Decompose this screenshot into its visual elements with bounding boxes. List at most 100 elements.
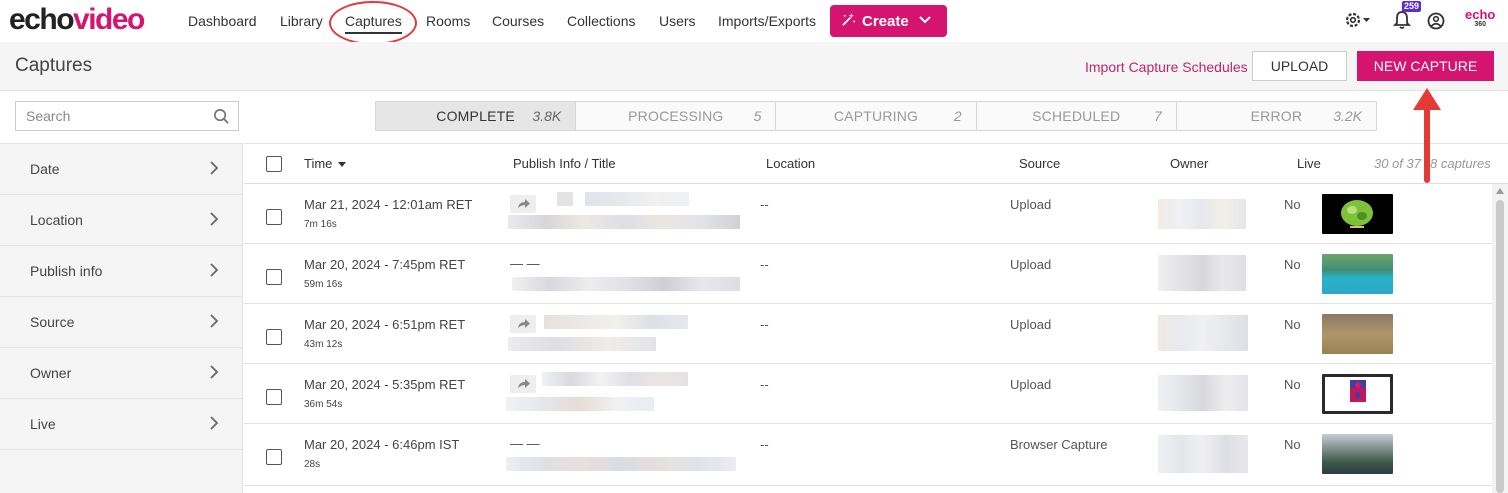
tab-capturing[interactable]: CAPTURING 2	[776, 102, 977, 130]
status-tabs: COMPLETE 3.8K PROCESSING 5 CAPTURING 2 S…	[375, 101, 1377, 131]
column-time[interactable]: Time	[304, 156, 347, 171]
capture-location: --	[760, 317, 769, 332]
filter-source[interactable]: Source	[0, 297, 242, 348]
tab-processing[interactable]: PROCESSING 5	[576, 102, 777, 130]
top-nav: echovideo Dashboard Library Captures Roo…	[0, 0, 1508, 45]
gear-icon	[1345, 12, 1370, 28]
live-status: No	[1284, 317, 1301, 332]
redacted-text	[508, 215, 740, 229]
chevron-right-icon	[210, 212, 219, 226]
row-checkbox[interactable]	[266, 449, 282, 465]
filter-sidebar: Date Location Publish info Source Owner …	[0, 143, 243, 493]
redacted-owner	[1158, 199, 1246, 229]
table-row[interactable]: Mar 20, 2024 - 5:35pm RET 36m 54s -- Upl…	[244, 364, 1492, 424]
filter-live[interactable]: Live	[0, 399, 242, 450]
bell-icon	[1392, 11, 1412, 29]
nav-users[interactable]: Users	[659, 13, 696, 29]
echo360-logo[interactable]: echo 360	[1465, 8, 1495, 28]
chevron-down-icon	[918, 15, 931, 27]
redacted-text	[544, 315, 688, 329]
table-row[interactable]: Mar 20, 2024 - 6:51pm RET 43m 12s -- Upl…	[244, 304, 1492, 364]
create-button[interactable]: Create	[830, 5, 947, 37]
select-all-checkbox[interactable]	[266, 156, 282, 172]
nav-collections[interactable]: Collections	[567, 13, 635, 29]
row-checkbox[interactable]	[266, 209, 282, 225]
capture-time: Mar 20, 2024 - 5:35pm RET	[304, 377, 466, 392]
capture-time: Mar 21, 2024 - 12:01am RET	[304, 197, 473, 212]
capture-location: --	[760, 437, 769, 452]
user-menu[interactable]	[1427, 9, 1447, 33]
chevron-right-icon	[210, 161, 219, 175]
share-icon	[510, 375, 536, 393]
capture-duration: 28s	[304, 459, 321, 470]
redacted-text	[512, 277, 740, 291]
tab-complete[interactable]: COMPLETE 3.8K	[376, 102, 577, 130]
live-status: No	[1284, 197, 1301, 212]
page-header: Captures Import Capture Schedules UPLOAD…	[0, 42, 1508, 91]
nav-rooms[interactable]: Rooms	[426, 13, 470, 29]
capture-source: Upload	[1010, 197, 1052, 212]
redacted-owner	[1158, 255, 1246, 291]
row-checkbox[interactable]	[266, 329, 282, 345]
user-icon	[1427, 12, 1445, 30]
redacted-text	[542, 372, 688, 386]
capture-thumbnail[interactable]	[1322, 374, 1393, 414]
row-checkbox[interactable]	[266, 269, 282, 285]
capture-time: Mar 20, 2024 - 7:45pm RET	[304, 257, 466, 272]
table-row[interactable]: Mar 20, 2024 - 6:46pm IST 28s — — -- Bro…	[244, 424, 1492, 486]
row-checkbox[interactable]	[266, 389, 282, 405]
scrollbar-thumb[interactable]	[1496, 200, 1504, 493]
arrow-annotation-icon	[1413, 88, 1441, 183]
captures-table-header: Time Publish Info / Title Location Sourc…	[244, 143, 1508, 184]
capture-location: --	[760, 197, 769, 212]
capture-duration: 43m 12s	[304, 339, 343, 350]
import-capture-schedules-link[interactable]: Import Capture Schedules	[1085, 59, 1248, 75]
filter-publish-info[interactable]: Publish info	[0, 246, 242, 297]
publish-info-empty: — —	[510, 256, 540, 271]
capture-location: --	[760, 257, 769, 272]
search-icon[interactable]	[213, 108, 230, 125]
search-input[interactable]	[16, 102, 196, 130]
capture-source: Browser Capture	[1010, 437, 1108, 452]
table-row[interactable]: Mar 20, 2024 - 7:45pm RET 59m 16s — — --…	[244, 244, 1492, 304]
page-title: Captures	[15, 55, 93, 76]
capture-time: Mar 20, 2024 - 6:51pm RET	[304, 317, 466, 332]
chevron-right-icon	[210, 416, 219, 430]
scroll-up-arrow-icon[interactable]	[1496, 188, 1504, 194]
app-logo[interactable]: echovideo	[9, 3, 145, 37]
search-box	[15, 101, 239, 131]
share-icon	[510, 315, 536, 333]
capture-thumbnail[interactable]	[1322, 434, 1393, 474]
chevron-right-icon	[210, 263, 219, 277]
tab-scheduled[interactable]: SCHEDULED 7	[977, 102, 1177, 130]
chevron-right-icon	[210, 365, 219, 379]
nav-dashboard[interactable]: Dashboard	[188, 13, 257, 29]
nav-courses[interactable]: Courses	[492, 13, 544, 29]
settings-menu[interactable]	[1344, 9, 1374, 33]
nav-library[interactable]: Library	[280, 13, 323, 29]
share-icon	[510, 195, 536, 213]
redacted-owner	[1158, 315, 1248, 351]
upload-button[interactable]: UPLOAD	[1252, 51, 1347, 81]
filter-date[interactable]: Date	[0, 144, 242, 195]
notification-badge: 259	[1402, 1, 1422, 12]
redacted-text	[506, 397, 654, 411]
sort-desc-icon	[338, 162, 347, 168]
new-capture-button[interactable]: NEW CAPTURE	[1357, 51, 1494, 81]
table-scrollbar[interactable]	[1492, 184, 1508, 493]
table-row[interactable]: Mar 21, 2024 - 12:01am RET 7m 16s -- Upl…	[244, 184, 1492, 244]
redacted-owner	[1158, 435, 1248, 473]
tab-error[interactable]: ERROR 3.2K	[1177, 102, 1376, 130]
notifications-button[interactable]	[1392, 9, 1413, 33]
filter-owner[interactable]: Owner	[0, 348, 242, 399]
redacted-owner	[1158, 375, 1248, 411]
column-owner: Owner	[1170, 156, 1209, 171]
magic-wand-icon	[841, 12, 856, 30]
column-location: Location	[766, 156, 816, 171]
redacted-text	[585, 192, 689, 206]
capture-thumbnail[interactable]	[1322, 314, 1393, 354]
nav-imports-exports[interactable]: Imports/Exports	[718, 13, 816, 29]
capture-thumbnail[interactable]	[1322, 194, 1393, 234]
capture-thumbnail[interactable]	[1322, 254, 1393, 294]
filter-location[interactable]: Location	[0, 195, 242, 246]
